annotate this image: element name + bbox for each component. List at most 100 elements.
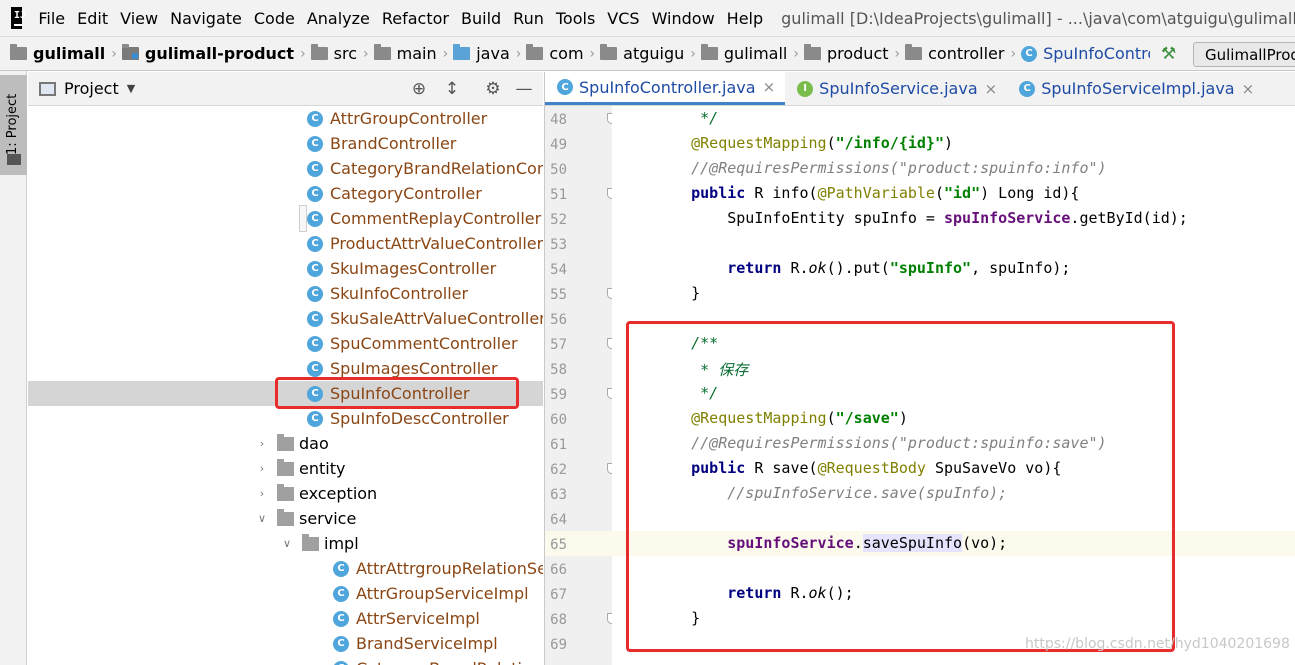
package-icon [277,458,294,476]
menu-items: File Edit View Navigate Code Analyze Refactor B… [32,9,769,28]
tree-item-spuinfocontroller[interactable]: C SpuInfoController [28,381,543,406]
project-tool-window-tab[interactable]: 1: Project [0,75,27,175]
gear-icon[interactable]: ⚙ [483,79,503,99]
menu-code[interactable]: Code [248,9,301,28]
breadcrumb-item[interactable]: java [453,44,510,63]
editor-tab-spuinfoserviceimpl[interactable]: C SpuInfoServiceImpl.java × [1007,72,1264,105]
breadcrumb-item[interactable]: C SpuInfoController [1021,44,1150,63]
class-icon: C [333,610,349,627]
breadcrumb: gulimall › gulimall-product › src › main › java ›… [10,44,1150,63]
tree-item-brandserviceimpl[interactable]: C BrandServiceImpl [28,631,543,656]
chevron-down-icon[interactable]: ▼ [127,82,135,95]
class-icon: C [307,335,323,352]
gutter-line: 56 [545,306,613,331]
menu-vcs[interactable]: VCS [601,9,645,28]
project-view-icon [39,81,56,96]
build-hammer-icon[interactable]: ⚒ [1161,45,1179,63]
breadcrumb-label: product [826,44,889,63]
breadcrumb-item[interactable]: main [373,44,437,63]
menu-file[interactable]: File [32,9,71,28]
class-icon: C [307,235,323,252]
code-line: //@RequiresPermissions("product:spuinfo:… [612,431,1295,456]
close-icon[interactable]: × [763,78,776,96]
menu-navigate[interactable]: Navigate [164,9,248,28]
tree-item-label: SkuImagesController [330,259,497,278]
tree-item-service[interactable]: ∨ service [28,506,543,531]
tree-item-spuinfodesccontroller[interactable]: C SpuInfoDescController [28,406,543,431]
project-folder-icon [7,154,21,165]
chevron-right-icon[interactable]: › [255,487,269,500]
tree-item-productattrvaluecontroller[interactable]: C ProductAttrValueController [28,231,543,256]
breadcrumb-item[interactable]: com [526,44,584,63]
code-line-text: return R.ok(); [727,584,854,602]
tree-item-label: CommentReplayController [330,209,542,228]
tree-item-categorybrandrelationserviceimpl[interactable]: C CategoryBrandRelationServiceImpl [28,656,543,665]
tree-item-label: BrandServiceImpl [356,634,498,653]
tree-item-attrgroupcontroller[interactable]: C AttrGroupController [28,106,543,131]
editor-tab-label: SpuInfoController.java [579,77,756,97]
breadcrumb-item[interactable]: gulimall [10,44,105,63]
tree-item-skusaleattrvaluecontroller[interactable]: C SkuSaleAttrValueController [28,306,543,331]
tree-item-label: CategoryController [330,184,482,203]
tree-item-dao[interactable]: › dao [28,431,543,456]
tree-item-brandcontroller[interactable]: C BrandController [28,131,543,156]
breadcrumb-item[interactable]: src [310,44,357,63]
menu-window[interactable]: Window [646,9,721,28]
chevron-right-icon: › [111,45,117,62]
editor-tab-spuinfoservice[interactable]: I SpuInfoService.java × [785,72,1007,105]
hide-panel-icon[interactable]: — [514,79,534,99]
editor-gutter: 48 49 50 51 52 53 54 55 56 57 58 59 60 61 62 63 64 65 66 67… [544,106,616,665]
breadcrumb-item[interactable]: controller [905,44,1004,63]
editor-tab-bar: C SpuInfoController.java × I SpuInfoService.… [544,72,1295,106]
tree-item-categorycontroller[interactable]: C CategoryController [28,181,543,206]
locate-target-icon[interactable]: ⊕ [409,79,429,99]
code-line: return R.ok(); [612,581,1295,606]
menu-view[interactable]: View [114,9,164,28]
tree-item-skuinfocontroller[interactable]: C SkuInfoController [28,281,543,306]
tree-item-label: exception [299,484,378,503]
tree-item-label: AttrServiceImpl [356,609,480,628]
tree-item-spuimagescontroller[interactable]: C SpuImagesController [28,356,543,381]
code-line-text: return R.ok().put("spuInfo", spuInfo); [727,259,1071,277]
breadcrumb-item[interactable]: gulimall-product [121,44,294,63]
chevron-right-icon: › [515,45,522,62]
tree-item-spucommentcontroller[interactable]: C SpuCommentController [28,331,543,356]
tree-item-exception[interactable]: › exception [28,481,543,506]
code-line-text: } [655,284,701,302]
class-icon: C [557,79,573,95]
close-icon[interactable]: × [985,80,998,98]
project-view-selector[interactable]: Project [64,79,119,98]
gutter-line: 61 [545,431,613,456]
breadcrumb-item[interactable]: atguigu [600,44,684,63]
run-configuration-selector[interactable]: GulimallProductApplication [1193,42,1295,67]
collapse-all-icon[interactable]: ↕ [442,79,462,99]
breadcrumb-label: main [396,44,437,63]
menu-edit[interactable]: Edit [71,9,114,28]
menu-refactor[interactable]: Refactor [376,9,455,28]
menu-run[interactable]: Run [507,9,550,28]
chevron-right-icon[interactable]: › [255,437,269,450]
tree-item-commentreplaycontroller[interactable]: C CommentReplayController [28,206,543,231]
tree-item-categorybrandrelationcontroller[interactable]: C CategoryBrandRelationController [28,156,543,232]
close-icon[interactable]: × [1242,80,1255,98]
chevron-right-icon[interactable]: › [255,462,269,475]
code-editor[interactable]: */ @RequestMapping("/info/{id}") //@Requ… [612,106,1295,665]
menu-build[interactable]: Build [455,9,507,28]
menu-analyze[interactable]: Analyze [301,9,376,28]
chevron-down-icon[interactable]: ∨ [280,537,294,550]
tree-item-skuimagescontroller[interactable]: C SkuImagesController [28,256,543,281]
editor-tab-spuinfocontroller[interactable]: C SpuInfoController.java × [545,72,786,105]
tree-item-attrserviceimpl[interactable]: C AttrServiceImpl [28,606,543,631]
menu-help[interactable]: Help [721,9,769,28]
tree-item-attrattrgrouprelationserviceimpl[interactable]: C AttrAttrgroupRelationServiceImpl [28,556,543,581]
menu-tools[interactable]: Tools [550,9,601,28]
code-line-text: /** [655,334,719,352]
gutter-line: 66 [545,556,613,581]
tree-item-entity[interactable]: › entity [28,456,543,481]
code-line-text: public R save(@RequestBody SpuSaveVo vo)… [691,459,1062,477]
breadcrumb-item[interactable]: gulimall [700,44,787,63]
breadcrumb-item[interactable]: product [803,44,889,63]
chevron-down-icon[interactable]: ∨ [255,512,269,525]
tree-item-attrgroupserviceimpl[interactable]: C AttrGroupServiceImpl [28,581,543,606]
tree-item-impl[interactable]: ∨ impl [28,531,543,556]
